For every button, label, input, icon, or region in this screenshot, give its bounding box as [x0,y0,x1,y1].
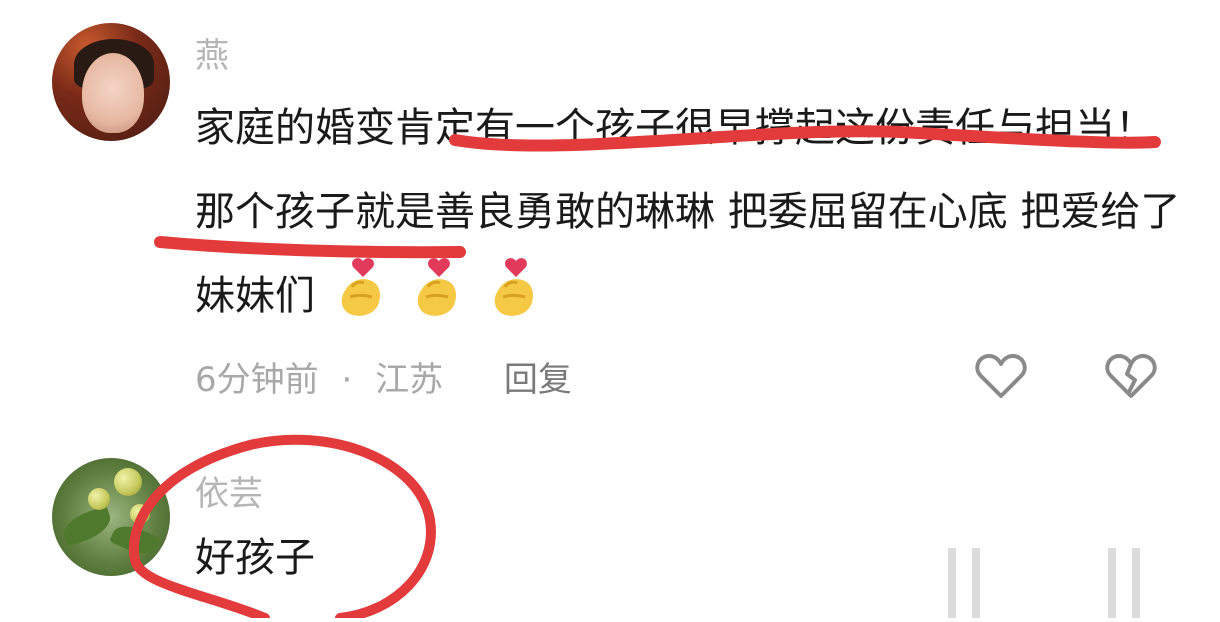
finger-heart-emoji [487,257,545,348]
finger-heart-emoji [334,257,392,348]
avatar-leaf [59,505,115,547]
heart-outline-icon[interactable] [975,352,1027,404]
user-avatar[interactable] [52,23,170,141]
avatar-fruit [130,504,150,524]
avatar-leaf [109,519,161,561]
comment-meta: 6分钟前 · 江苏 回复 [195,352,572,401]
comment-text: 家庭的婚变肯定有一个孩子很早撑起这份责任与担当！那个孩子就是善良勇敢的琳琳 把委… [195,86,1185,348]
meta-separator: · [341,360,353,400]
scroll-hint-bars [948,548,1158,622]
avatar-fruit [88,488,110,510]
reply-button[interactable]: 回复 [504,360,572,400]
comment-time: 6分钟前 [195,360,319,400]
comment-location: 江苏 [375,360,444,400]
user-avatar[interactable] [52,458,170,576]
comment-username[interactable]: 依芸 [195,466,263,515]
broken-heart-icon[interactable] [1105,352,1157,404]
avatar-face [82,53,144,133]
avatar-fruit [114,468,142,496]
finger-heart-emoji [410,257,468,348]
comment-username[interactable]: 燕 [195,28,229,77]
